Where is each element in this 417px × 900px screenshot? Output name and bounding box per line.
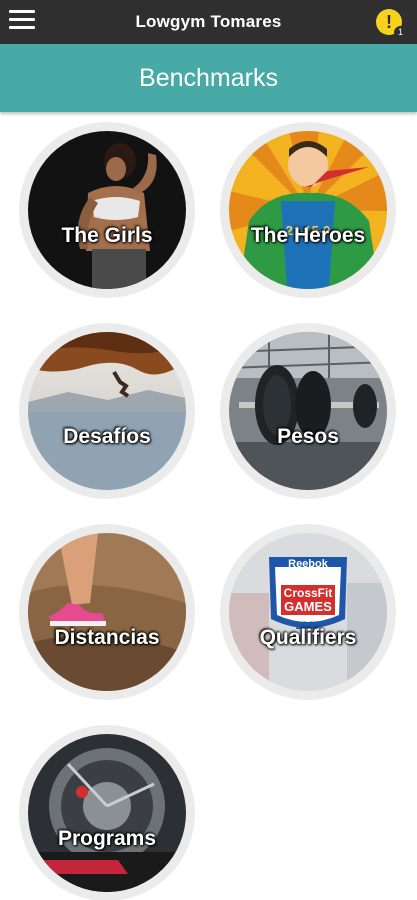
tile-label: Distancias — [54, 626, 160, 649]
reebok-logo-text: Reebok — [288, 558, 329, 570]
notifications-button[interactable]: ! 1 — [376, 7, 407, 39]
benchmark-tile-the-heroes[interactable]: 21-15-9 The Heroes — [220, 122, 396, 298]
benchmark-tile-qualifiers[interactable]: Reebok CrossFit GAMES 2017 Qualifiers — [220, 524, 396, 700]
benchmark-tile-the-girls[interactable]: The Girls — [19, 122, 195, 298]
page-title: Benchmarks — [139, 63, 278, 92]
tile-label: Qualifiers — [259, 626, 357, 649]
page-header: Benchmarks — [0, 44, 417, 112]
the-heroes-image: 21-15-9 — [229, 131, 387, 289]
desafios-image — [28, 332, 186, 490]
tile-label: The Heroes — [250, 224, 366, 247]
notification-count-badge: 1 — [394, 26, 407, 39]
benchmark-tile-distancias[interactable]: Distancias — [19, 524, 195, 700]
distancias-image — [28, 533, 186, 691]
programs-image — [28, 734, 186, 892]
tile-label: Desafíos — [63, 425, 151, 448]
tile-label: The Girls — [61, 224, 153, 247]
benchmark-tile-pesos[interactable]: Pesos — [220, 323, 396, 499]
qualifiers-image: Reebok CrossFit GAMES 2017 — [229, 533, 387, 691]
app-bar: Lowgym Tomares ! 1 — [0, 0, 417, 44]
benchmarks-grid: The Girls 21-15-9 The Heroes Desafíos Pe… — [0, 112, 417, 900]
games-logo-text: GAMES — [284, 599, 332, 614]
benchmark-tile-desafios[interactable]: Desafíos — [19, 323, 195, 499]
benchmark-tile-programs[interactable]: Programs — [19, 725, 195, 900]
tile-label: Pesos — [277, 425, 339, 448]
crossfit-logo-text: CrossFit — [284, 586, 333, 600]
tile-label: Programs — [57, 827, 157, 850]
the-girls-image — [28, 131, 186, 289]
pesos-image — [229, 332, 387, 490]
app-title: Lowgym Tomares — [135, 12, 282, 31]
